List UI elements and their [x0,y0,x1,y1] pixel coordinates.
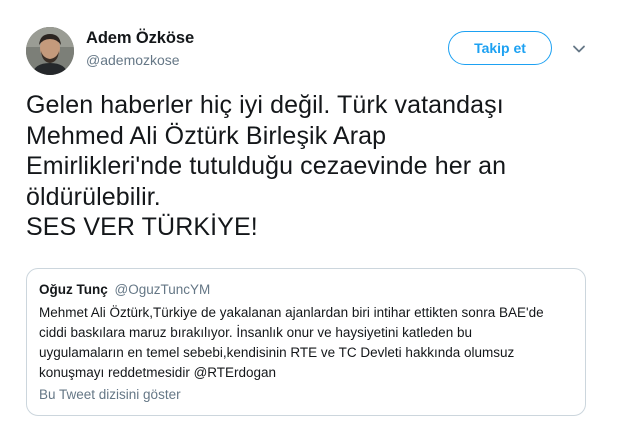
avatar[interactable] [26,27,74,75]
tweet-card: Adem Özköse @ademozkose Takip et Gelen h… [0,0,618,426]
quoted-text-line: uygulamaların en temel sebebi,kendisinin… [39,345,515,360]
quoted-author-name: Oğuz Tunç [39,282,108,297]
tweet-text-line: öldürülebilir. [26,182,161,211]
quoted-author-handle: @OguzTuncYM [114,282,211,297]
tweet-text: Gelen haberler hiç iyi değil. Türk vatan… [26,90,596,243]
author-name[interactable]: Adem Özköse [86,29,194,48]
tweet-text-line: Mehmed Ali Öztürk Birleşik Arap [26,121,387,150]
quoted-tweet-text: Mehmet Ali Öztürk,Türkiye de yakalanan a… [39,303,579,383]
tweet-text-line: Emirlikleri'nde tutulduğu cezaevinde her… [26,152,507,180]
tweet-text-line: SES VER TÜRKİYE! [26,213,258,241]
quoted-tweet[interactable]: Oğuz Tunç @OguzTuncYM Mehmet Ali Öztürk,… [26,268,586,416]
tweet-menu-button[interactable] [570,40,588,58]
chevron-down-icon [573,45,585,53]
quoted-text-line: konuşmayı reddetmesidir @RTErdogan [39,365,277,380]
tweet-text-line: Gelen haberler hiç iyi değil. Türk vatan… [26,91,504,119]
quoted-text-line: ciddi baskılara maruz bırakılıyor. İnsan… [39,325,472,340]
quoted-tweet-header: Oğuz Tunç @OguzTuncYM [39,282,210,297]
avatar-image [26,27,74,75]
follow-button-label: Takip et [474,40,526,56]
quoted-text-line: Mehmet Ali Öztürk,Türkiye de yakalanan a… [39,305,544,320]
show-thread-link[interactable]: Bu Tweet dizisini göster [39,387,181,402]
author-handle[interactable]: @ademozkose [86,52,180,68]
follow-button[interactable]: Takip et [448,31,552,65]
